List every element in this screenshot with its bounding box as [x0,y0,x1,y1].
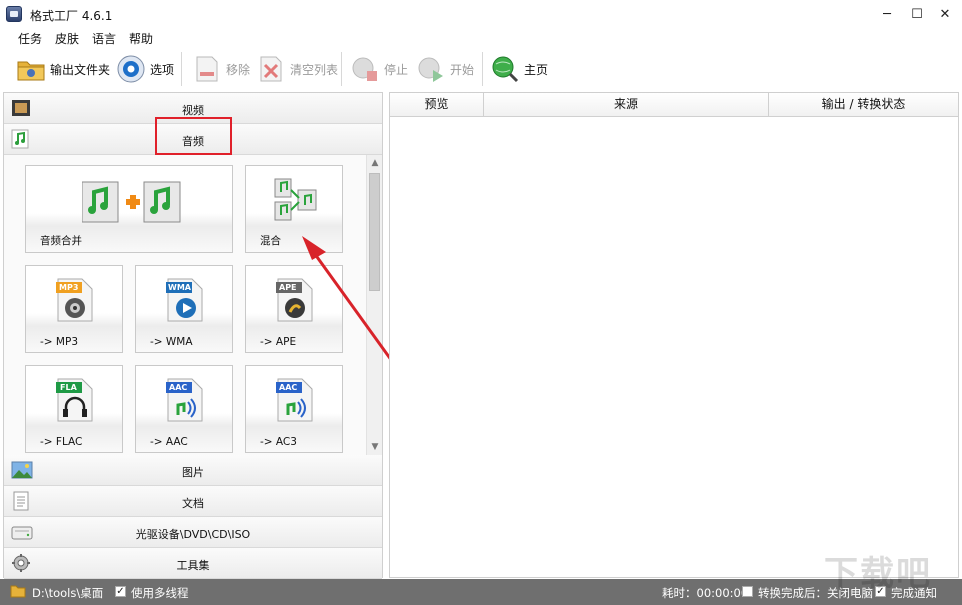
mp3-badge: MP3 [59,283,79,292]
to-flac-tile[interactable]: FLA -> FLAC [25,365,123,453]
multithread-label: 使用多线程 [131,586,189,600]
output-folder-button[interactable]: 输出文件夹 [16,52,110,86]
to-ac3-label: -> AC3 [260,436,297,448]
to-mp3-tile[interactable]: MP3 -> MP3 [25,265,123,353]
to-mp3-label: -> MP3 [40,336,78,348]
menu-task[interactable]: 任务 [18,30,42,47]
flac-file-icon: FLA [56,378,93,422]
to-wma-label: -> WMA [150,336,193,348]
folder-icon [16,54,46,84]
flac-badge: FLA [60,383,77,392]
aac-file-icon: AAC [166,378,203,422]
toolbar-separator [341,52,342,86]
options-button[interactable]: 选项 [116,52,174,86]
folder-icon[interactable] [10,584,26,598]
start-icon [416,54,446,84]
wma-file-icon: WMA [166,278,203,322]
stop-button[interactable]: 停止 [350,52,408,86]
column-source[interactable]: 来源 [484,93,769,117]
audio-merge-label: 音频合并 [40,235,82,247]
title-bar: 格式工厂 4.6.1 ─ ☐ ✕ [0,0,962,28]
toolbar: 输出文件夹 选项 移除 清空列表 停止 开始 主页 [0,48,962,90]
maximize-button[interactable]: ☐ [902,0,932,28]
to-aac-label: -> AAC [150,436,188,448]
column-preview[interactable]: 预览 [390,93,484,117]
options-gear-icon [116,54,146,84]
menu-help[interactable]: 帮助 [129,30,153,47]
after-convert-checkbox[interactable] [742,586,753,597]
remove-button[interactable]: 移除 [192,52,250,86]
category-tools[interactable]: 工具集 [4,548,382,579]
task-table: 预览 来源 输出 / 转换状态 [389,92,959,578]
close-button[interactable]: ✕ [930,0,960,28]
scroll-down-arrow-icon[interactable]: ▼ [367,439,383,455]
clear-list-button[interactable]: 清空列表 [256,52,338,86]
highlight-box [155,117,232,155]
ac3-file-icon: AAC [276,378,313,422]
column-output-status[interactable]: 输出 / 转换状态 [769,93,958,117]
menu-bar: 任务 皮肤 语言 帮助 [0,28,962,48]
start-button[interactable]: 开始 [416,52,474,86]
to-flac-label: -> FLAC [40,436,83,448]
menu-skin[interactable]: 皮肤 [55,30,79,47]
category-document[interactable]: 文档 [4,486,382,517]
menu-language[interactable]: 语言 [92,30,116,47]
watermark: 下载吧 [824,554,932,594]
stop-icon [350,54,380,84]
toolbar-separator [482,52,483,86]
home-button[interactable]: 主页 [490,52,548,86]
elapsed-time: 耗时：00:00:00 [662,586,749,600]
to-aac-tile[interactable]: AAC -> AAC [135,365,233,453]
category-picture[interactable]: 图片 [4,455,382,486]
mix-icon [274,178,318,227]
minimize-button[interactable]: ─ [872,0,902,28]
multithread-checkbox[interactable]: ✓ [115,586,126,597]
output-path[interactable]: D:\tools\桌面 [32,585,103,601]
audio-merge-tile[interactable]: 音频合并 [25,165,233,253]
ac3-badge: AAC [279,383,298,392]
audio-merge-icon [81,180,182,227]
wma-badge: WMA [168,283,191,292]
to-wma-tile[interactable]: WMA -> WMA [135,265,233,353]
app-icon [6,6,22,22]
scroll-up-arrow-icon[interactable]: ▲ [367,155,383,171]
mix-label: 混合 [260,235,281,247]
aac-badge: AAC [169,383,188,392]
mp3-file-icon: MP3 [56,278,93,322]
home-globe-icon [490,54,520,84]
clear-list-icon [256,54,286,84]
remove-doc-icon [192,54,222,84]
toolbar-separator [181,52,182,86]
window-title: 格式工厂 4.6.1 [30,9,113,23]
category-rom-device[interactable]: 光驱设备\DVD\CD\ISO [4,517,382,548]
status-bar: D:\tools\桌面 ✓ 使用多线程 耗时：00:00:00 转换完成后：关闭… [0,579,962,605]
